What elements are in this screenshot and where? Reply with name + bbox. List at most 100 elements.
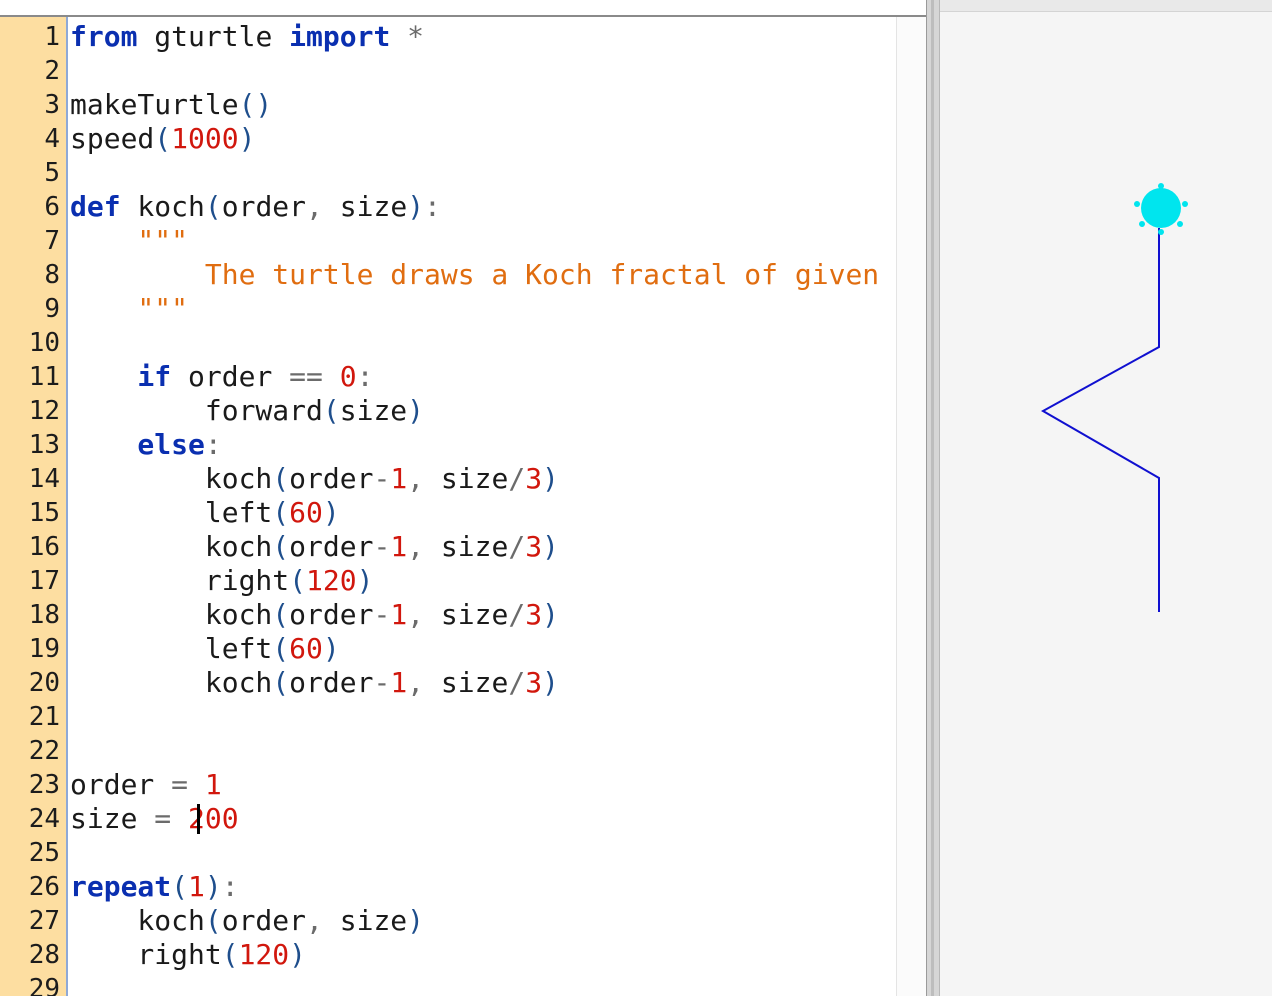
line-number: 6 <box>44 192 60 222</box>
code-token: size <box>424 462 509 495</box>
code-token: ( <box>272 666 290 699</box>
code-line[interactable]: repeat(1): <box>70 870 239 904</box>
divider-grip[interactable] <box>931 0 934 996</box>
code-line[interactable]: speed(1000) <box>70 122 255 156</box>
code-token: ) <box>542 462 559 495</box>
code-token: 60 <box>289 632 323 665</box>
code-token: ) <box>238 122 256 155</box>
code-token: - <box>373 666 391 699</box>
code-token: 120 <box>238 938 290 971</box>
code-token: ) <box>407 904 425 937</box>
code-token: ) <box>542 530 559 563</box>
code-token: - <box>373 530 391 563</box>
code-line[interactable]: from gturtle import * <box>70 20 424 54</box>
code-line[interactable]: forward(size) <box>70 394 424 428</box>
code-token: 3 <box>525 530 543 563</box>
code-line[interactable]: koch(order-1, size/3) <box>70 462 559 496</box>
line-number: 18 <box>28 600 60 630</box>
code-line[interactable]: koch(order-1, size/3) <box>70 598 559 632</box>
code-token: / <box>508 530 526 563</box>
code-token: , <box>306 190 323 223</box>
line-number-gutter: 1 2 3 4 5 6 7 8 9 10 11 12 13 14 15 16 17 18 19 20 21 22 23 24 2… <box>0 17 68 996</box>
code-line[interactable]: order = 1 <box>70 768 222 802</box>
code-line[interactable]: right(120) <box>70 564 374 598</box>
code-token: right <box>70 564 290 597</box>
text-caret <box>197 804 200 834</box>
code-line[interactable]: left(60) <box>70 496 340 530</box>
line-number: 12 <box>28 396 60 426</box>
code-line[interactable]: left(60) <box>70 632 340 666</box>
code-token: , <box>407 530 425 563</box>
code-token: koch <box>70 666 273 699</box>
code-token: * <box>390 20 425 53</box>
code-line[interactable]: makeTurtle() <box>70 88 272 122</box>
line-number: 19 <box>28 634 60 664</box>
code-token: koch <box>70 598 273 631</box>
code-token: ( <box>221 938 239 971</box>
code-token: repeat <box>70 870 172 903</box>
line-number: 11 <box>28 362 60 392</box>
code-token: 1 <box>204 768 222 801</box>
code-token: 1 <box>390 530 408 563</box>
code-line[interactable]: def koch(order, size): <box>70 190 441 224</box>
code-token: left <box>70 632 273 665</box>
code-token: - <box>373 598 391 631</box>
code-line[interactable]: right(120) <box>70 938 306 972</box>
code-token: ) <box>204 870 222 903</box>
code-line[interactable]: else: <box>70 428 222 462</box>
code-token: 60 <box>289 496 323 529</box>
code-token: koch <box>70 462 273 495</box>
line-number: 5 <box>44 158 60 188</box>
code-token: = <box>154 802 172 835</box>
code-token: order <box>70 768 172 801</box>
code-text-area[interactable]: from gturtle import * makeTurtle() speed(1… <box>70 17 896 996</box>
code-token: size <box>339 394 408 427</box>
code-token: size <box>322 190 408 223</box>
code-line[interactable]: if order == 0: <box>70 360 373 394</box>
code-token: ) <box>542 666 559 699</box>
code-line[interactable]: koch(order-1, size/3) <box>70 530 559 564</box>
line-number: 24 <box>28 804 60 834</box>
line-number: 15 <box>28 498 60 528</box>
code-line[interactable]: The turtle draws a Koch fractal of given… <box>70 258 896 292</box>
code-token: / <box>508 666 526 699</box>
vertical-scrollbar[interactable] <box>896 17 927 996</box>
code-token: if <box>70 360 172 393</box>
code-token: ) <box>542 598 559 631</box>
code-token: 0 <box>339 360 357 393</box>
line-number: 27 <box>28 906 60 936</box>
code-token: size <box>424 598 509 631</box>
code-line[interactable]: size = 200 <box>70 802 239 836</box>
code-token: ( <box>154 122 172 155</box>
split-pane-divider[interactable] <box>926 0 940 996</box>
code-token: right <box>70 938 222 971</box>
code-token: = <box>171 768 189 801</box>
code-token: forward <box>70 394 323 427</box>
code-token: : <box>204 428 222 461</box>
code-editor[interactable]: 1 2 3 4 5 6 7 8 9 10 11 12 13 14 15 16 17 18 19 20 21 22 23 24 2… <box>0 0 928 996</box>
code-token: ( <box>272 598 290 631</box>
line-number: 10 <box>28 328 60 358</box>
line-number: 20 <box>28 668 60 698</box>
code-token: ( <box>204 904 222 937</box>
code-token: ) <box>407 190 425 223</box>
code-token: ( <box>204 190 222 223</box>
line-number: 1 <box>44 22 60 52</box>
code-line[interactable]: """ <box>70 292 188 326</box>
line-number: 7 <box>44 226 60 256</box>
turtle-canvas <box>1040 183 1188 612</box>
line-number: 23 <box>28 770 60 800</box>
code-line[interactable]: """ <box>70 224 188 258</box>
code-line[interactable]: koch(order-1, size/3) <box>70 666 559 700</box>
code-line[interactable]: koch(order, size) <box>70 904 424 938</box>
code-token: 1 <box>188 870 205 903</box>
code-token: , <box>407 666 425 699</box>
line-number: 22 <box>28 736 60 766</box>
code-token: order <box>289 598 374 631</box>
code-token: 120 <box>306 564 357 597</box>
code-token: order <box>221 190 307 223</box>
code-token: , <box>407 598 425 631</box>
code-token: ( <box>272 462 290 495</box>
code-token: order <box>289 530 374 563</box>
